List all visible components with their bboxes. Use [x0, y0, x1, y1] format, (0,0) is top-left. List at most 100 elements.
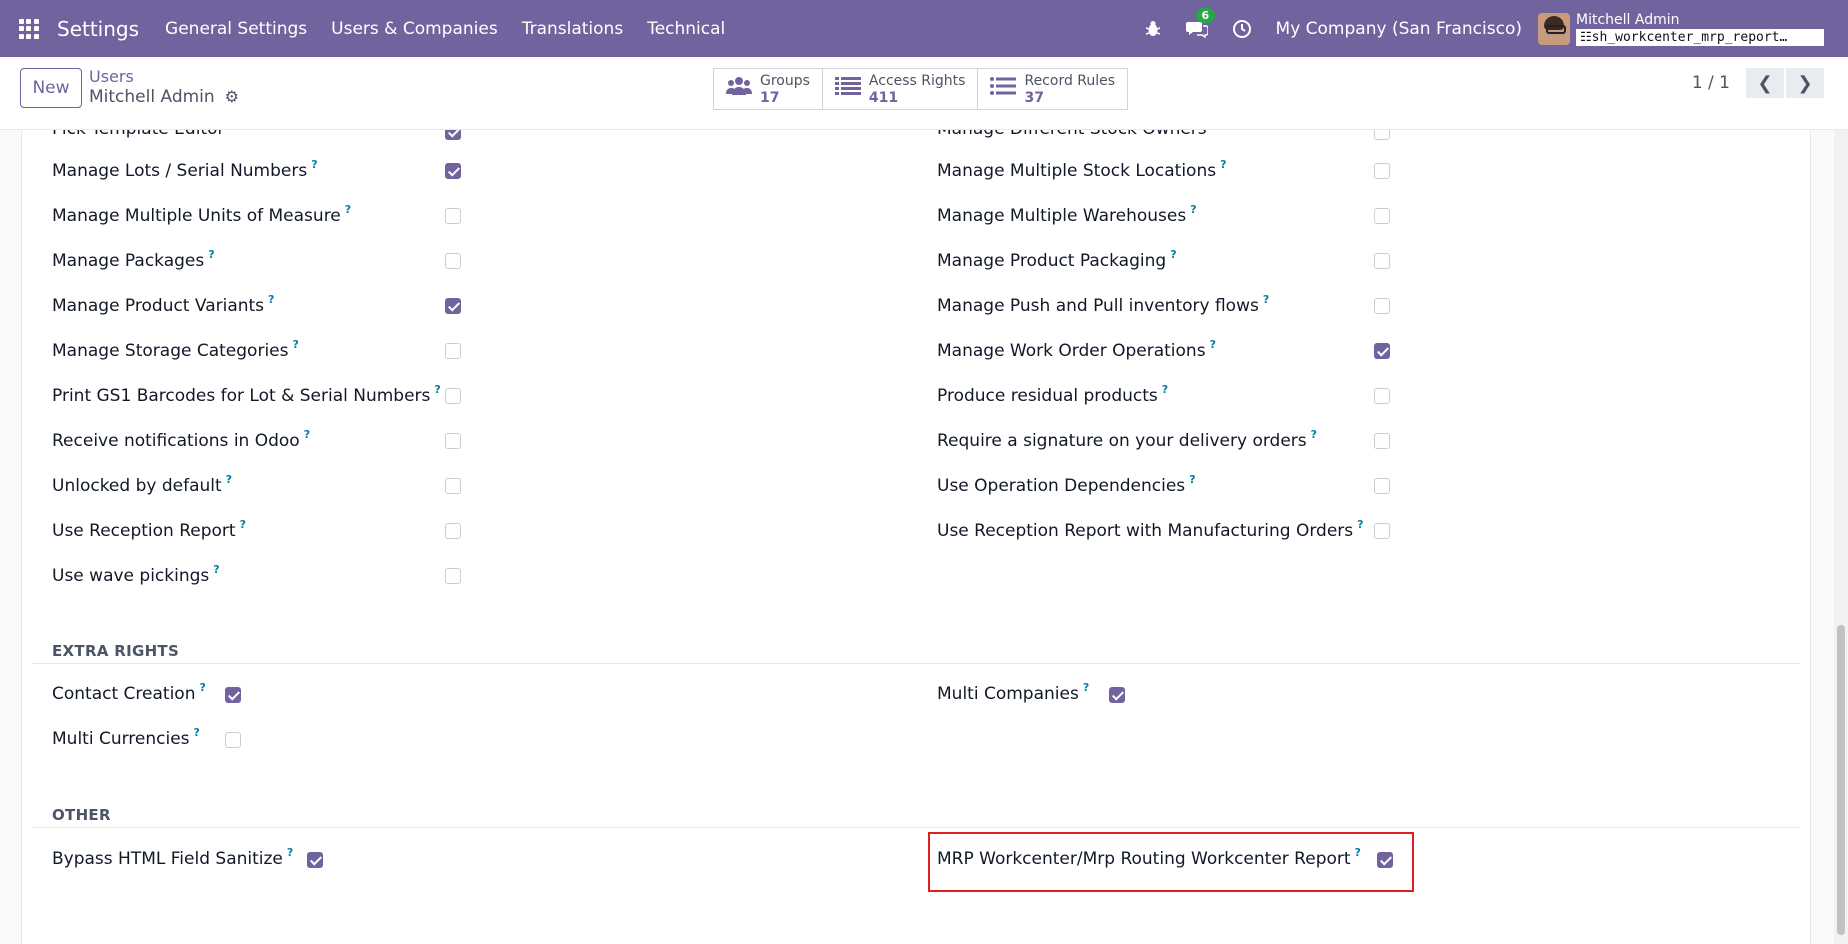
- field-row: Manage Multiple Warehouses?: [937, 203, 1197, 227]
- help-tooltip-icon[interactable]: ?: [208, 248, 214, 261]
- product-packaging-checkbox[interactable]: [1374, 253, 1390, 269]
- help-tooltip-icon[interactable]: ?: [1083, 681, 1089, 694]
- record-rules-label: Record Rules: [1024, 72, 1116, 89]
- activity-clock-icon[interactable]: [1232, 19, 1252, 39]
- field-row: Manage Multiple Units of Measure?: [52, 203, 351, 227]
- new-button[interactable]: New: [20, 68, 82, 108]
- control-panel: New Users Mitchell Admin ⚙ Groups 17 Acc…: [0, 57, 1848, 130]
- help-tooltip-icon[interactable]: ?: [345, 203, 351, 216]
- company-switcher[interactable]: My Company (San Francisco): [1276, 19, 1522, 39]
- field-label: Print GS1 Barcodes for Lot & Serial Numb…: [52, 386, 431, 406]
- menu-technical[interactable]: Technical: [647, 19, 725, 39]
- scrollbar-thumb[interactable]: [1837, 625, 1845, 935]
- gs1-barcodes-checkbox[interactable]: [445, 388, 461, 404]
- help-tooltip-icon[interactable]: ?: [1355, 846, 1361, 859]
- help-tooltip-icon[interactable]: ?: [434, 383, 440, 396]
- help-tooltip-icon[interactable]: ?: [1263, 293, 1269, 306]
- delivery-signature-checkbox[interactable]: [1374, 433, 1390, 449]
- residual-products-checkbox[interactable]: [1374, 388, 1390, 404]
- field-label: Produce residual products: [937, 386, 1158, 406]
- help-tooltip-icon[interactable]: ?: [1357, 518, 1363, 531]
- extra-rights-title: EXTRA RIGHTS: [52, 642, 180, 660]
- vertical-scrollbar[interactable]: [1834, 130, 1848, 944]
- reception-report-mo-checkbox[interactable]: [1374, 523, 1390, 539]
- record-rules-smart-button[interactable]: Record Rules 37: [978, 69, 1127, 109]
- field-row: Print GS1 Barcodes for Lot & Serial Numb…: [52, 383, 441, 407]
- pager-next-button[interactable]: ❯: [1786, 68, 1824, 98]
- help-tooltip-icon[interactable]: ?: [194, 726, 200, 739]
- help-tooltip-icon[interactable]: ?: [1162, 383, 1168, 396]
- pager-value[interactable]: 1 / 1: [1692, 73, 1730, 93]
- mrp-workcenter-report-checkbox[interactable]: [1377, 852, 1393, 868]
- help-tooltip-icon[interactable]: ?: [1311, 428, 1317, 441]
- field-label: Manage Packages: [52, 251, 205, 271]
- field-label: Pick Template Editor: [52, 130, 224, 139]
- product-variants-checkbox[interactable]: [445, 298, 461, 314]
- help-tooltip-icon[interactable]: ?: [292, 338, 298, 351]
- field-label: Manage Multiple Warehouses: [937, 206, 1187, 226]
- help-tooltip-icon[interactable]: ?: [199, 681, 205, 694]
- help-tooltip-icon[interactable]: ?: [1170, 248, 1176, 261]
- stock-locations-checkbox[interactable]: [1374, 163, 1390, 179]
- manage-lots-checkbox[interactable]: [445, 163, 461, 179]
- multi-currencies-checkbox[interactable]: [225, 732, 241, 748]
- chevron-left-icon: ❮: [1757, 72, 1773, 94]
- help-tooltip-icon[interactable]: ?: [240, 518, 246, 531]
- wave-pickings-checkbox[interactable]: [445, 568, 461, 584]
- menu-general-settings[interactable]: General Settings: [165, 19, 307, 39]
- operation-dependencies-checkbox[interactable]: [1374, 478, 1390, 494]
- access-rights-smart-button[interactable]: Access Rights 411: [823, 69, 979, 109]
- checkbox[interactable]: [445, 130, 461, 140]
- help-tooltip-icon[interactable]: ?: [213, 563, 219, 576]
- menu-translations[interactable]: Translations: [522, 19, 624, 39]
- gear-icon[interactable]: ⚙: [225, 86, 239, 108]
- checkbox[interactable]: [1374, 130, 1390, 140]
- notifications-checkbox[interactable]: [445, 433, 461, 449]
- field-row: Manage Packages?: [52, 248, 215, 272]
- app-name[interactable]: Settings: [57, 17, 139, 41]
- help-tooltip-icon[interactable]: ?: [1190, 203, 1196, 216]
- messages-icon[interactable]: 6: [1185, 7, 1216, 38]
- field-row: Use Reception Report with Manufacturing …: [937, 518, 1364, 542]
- field-row: Unlocked by default?: [52, 473, 232, 497]
- smart-buttons: Groups 17 Access Rights 411 Record Rules…: [713, 68, 1129, 110]
- menu-users-companies[interactable]: Users & Companies: [331, 19, 498, 39]
- field-label: Use Reception Report with Manufacturing …: [937, 521, 1354, 541]
- groups-smart-button[interactable]: Groups 17: [714, 69, 823, 109]
- pager-previous-button[interactable]: ❮: [1746, 68, 1784, 98]
- warehouses-checkbox[interactable]: [1374, 208, 1390, 224]
- help-tooltip-icon[interactable]: ?: [311, 158, 317, 171]
- work-order-operations-checkbox[interactable]: [1374, 343, 1390, 359]
- apps-menu-icon[interactable]: [0, 0, 57, 57]
- field-label: Multi Companies: [937, 684, 1079, 704]
- help-tooltip-icon[interactable]: ?: [226, 473, 232, 486]
- contact-creation-checkbox[interactable]: [225, 687, 241, 703]
- field-label: Manage Multiple Stock Locations: [937, 161, 1217, 181]
- bypass-html-sanitize-checkbox[interactable]: [307, 852, 323, 868]
- storage-categories-checkbox[interactable]: [445, 343, 461, 359]
- field-label: Manage Different Stock Owners: [937, 130, 1207, 139]
- help-tooltip-icon[interactable]: ?: [1189, 473, 1195, 486]
- help-tooltip-icon[interactable]: ?: [1210, 338, 1216, 351]
- field-label: Receive notifications in Odoo: [52, 431, 300, 451]
- help-tooltip-icon[interactable]: ?: [1220, 158, 1226, 171]
- units-of-measure-checkbox[interactable]: [445, 208, 461, 224]
- debug-bug-icon[interactable]: [1144, 20, 1162, 38]
- push-pull-flows-checkbox[interactable]: [1374, 298, 1390, 314]
- help-tooltip-icon[interactable]: ?: [304, 428, 310, 441]
- user-menu[interactable]: Mitchell Admin ☷sh_workcenter_mrp_report…: [1538, 12, 1824, 46]
- field-label: Use Reception Report: [52, 521, 236, 541]
- manage-packages-checkbox[interactable]: [445, 253, 461, 269]
- multi-companies-checkbox[interactable]: [1109, 687, 1125, 703]
- help-tooltip-icon[interactable]: ?: [287, 846, 293, 859]
- user-name: Mitchell Admin: [1576, 11, 1680, 28]
- help-tooltip-icon[interactable]: ?: [268, 293, 274, 306]
- reception-report-checkbox[interactable]: [445, 523, 461, 539]
- access-rights-count: 411: [868, 89, 899, 106]
- top-navbar: Settings General Settings Users & Compan…: [0, 0, 1848, 57]
- other-title: OTHER: [52, 806, 111, 824]
- breadcrumb-users-link[interactable]: Users: [89, 67, 239, 86]
- field-row: Manage Different Stock Owners: [937, 130, 1207, 139]
- unlocked-by-default-checkbox[interactable]: [445, 478, 461, 494]
- field-label: Manage Product Packaging: [937, 251, 1167, 271]
